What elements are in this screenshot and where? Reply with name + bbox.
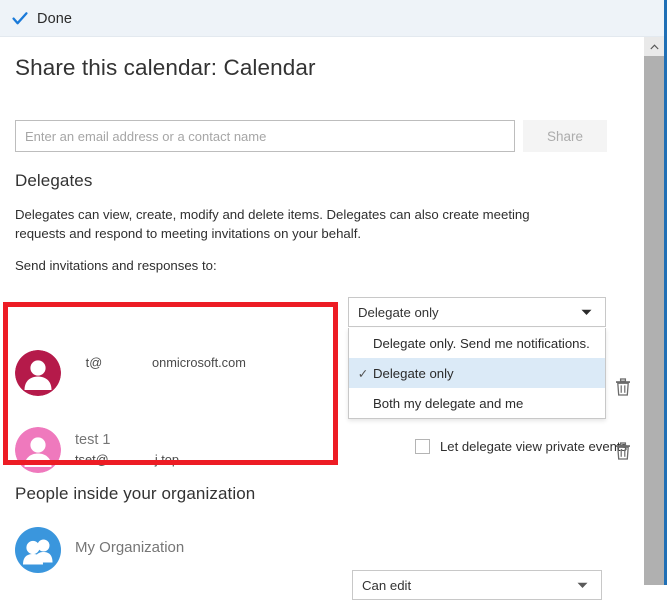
org-permission-value: Can edit [362, 577, 412, 593]
private-events-label: Let delegate view private events [440, 439, 628, 454]
delegates-description: Delegates can view, create, modify and d… [15, 207, 530, 241]
org-name: My Organization [75, 539, 185, 556]
chevron-up-icon [649, 43, 659, 49]
page-title: Share this calendar: Calendar [15, 55, 316, 80]
private-events-control[interactable]: Let delegate view private events [415, 439, 627, 454]
checkmark-icon [12, 11, 28, 24]
recipient-search-input[interactable] [15, 120, 515, 152]
send-invitations-label: Send invitations and responses to: [15, 258, 217, 273]
dropdown-option-label: Delegate only [373, 365, 454, 381]
dropdown-option-1[interactable]: ✓ Delegate only [349, 358, 605, 388]
private-events-checkbox[interactable] [415, 439, 430, 454]
delegate-list-item[interactable]: test 1 tset@ j.top Let delegate view pri… [15, 427, 630, 475]
person-icon [15, 427, 61, 473]
vertical-scrollbar[interactable] [644, 37, 664, 585]
chevron-down-icon [571, 582, 601, 589]
share-button[interactable]: Share [523, 120, 607, 152]
send-invitations-dropdown-list[interactable]: Delegate only. Send me notifications. ✓ … [348, 328, 606, 419]
person-icon [15, 350, 61, 396]
trash-icon[interactable] [615, 442, 631, 460]
scroll-up-button[interactable] [644, 37, 664, 56]
delegate-identity: test 1 tset@ j.top [75, 430, 405, 469]
dropdown-option-label: Delegate only. Send me notifications. [373, 335, 590, 351]
share-calendar-pane: Share this calendar: Calendar Share Dele… [0, 37, 645, 600]
people-in-org-heading: People inside your organization [15, 484, 256, 503]
share-row: Share [15, 120, 610, 152]
people-icon [15, 527, 61, 573]
command-bar: Done [0, 0, 667, 37]
send-invitations-combobox[interactable]: Delegate only [348, 297, 606, 327]
dropdown-option-0[interactable]: Delegate only. Send me notifications. [349, 328, 605, 358]
send-invitations-value: Delegate only [358, 304, 439, 320]
delegate-name: test 1 [75, 432, 111, 448]
delegates-heading: Delegates [15, 171, 93, 190]
checkmark-icon: ✓ [357, 366, 369, 381]
org-list-item[interactable]: My Organization [15, 527, 345, 575]
scrollbar-thumb[interactable] [644, 56, 664, 585]
done-button[interactable]: Done [12, 6, 72, 31]
chevron-down-icon [575, 309, 605, 316]
dropdown-option-2[interactable]: Both my delegate and me [349, 388, 605, 418]
done-label: Done [37, 10, 73, 27]
org-permission-combobox[interactable]: Can edit [352, 570, 602, 600]
dropdown-option-label: Both my delegate and me [373, 395, 524, 411]
delegate-email: tset@ j.top [75, 452, 180, 467]
trash-icon[interactable] [615, 378, 631, 396]
